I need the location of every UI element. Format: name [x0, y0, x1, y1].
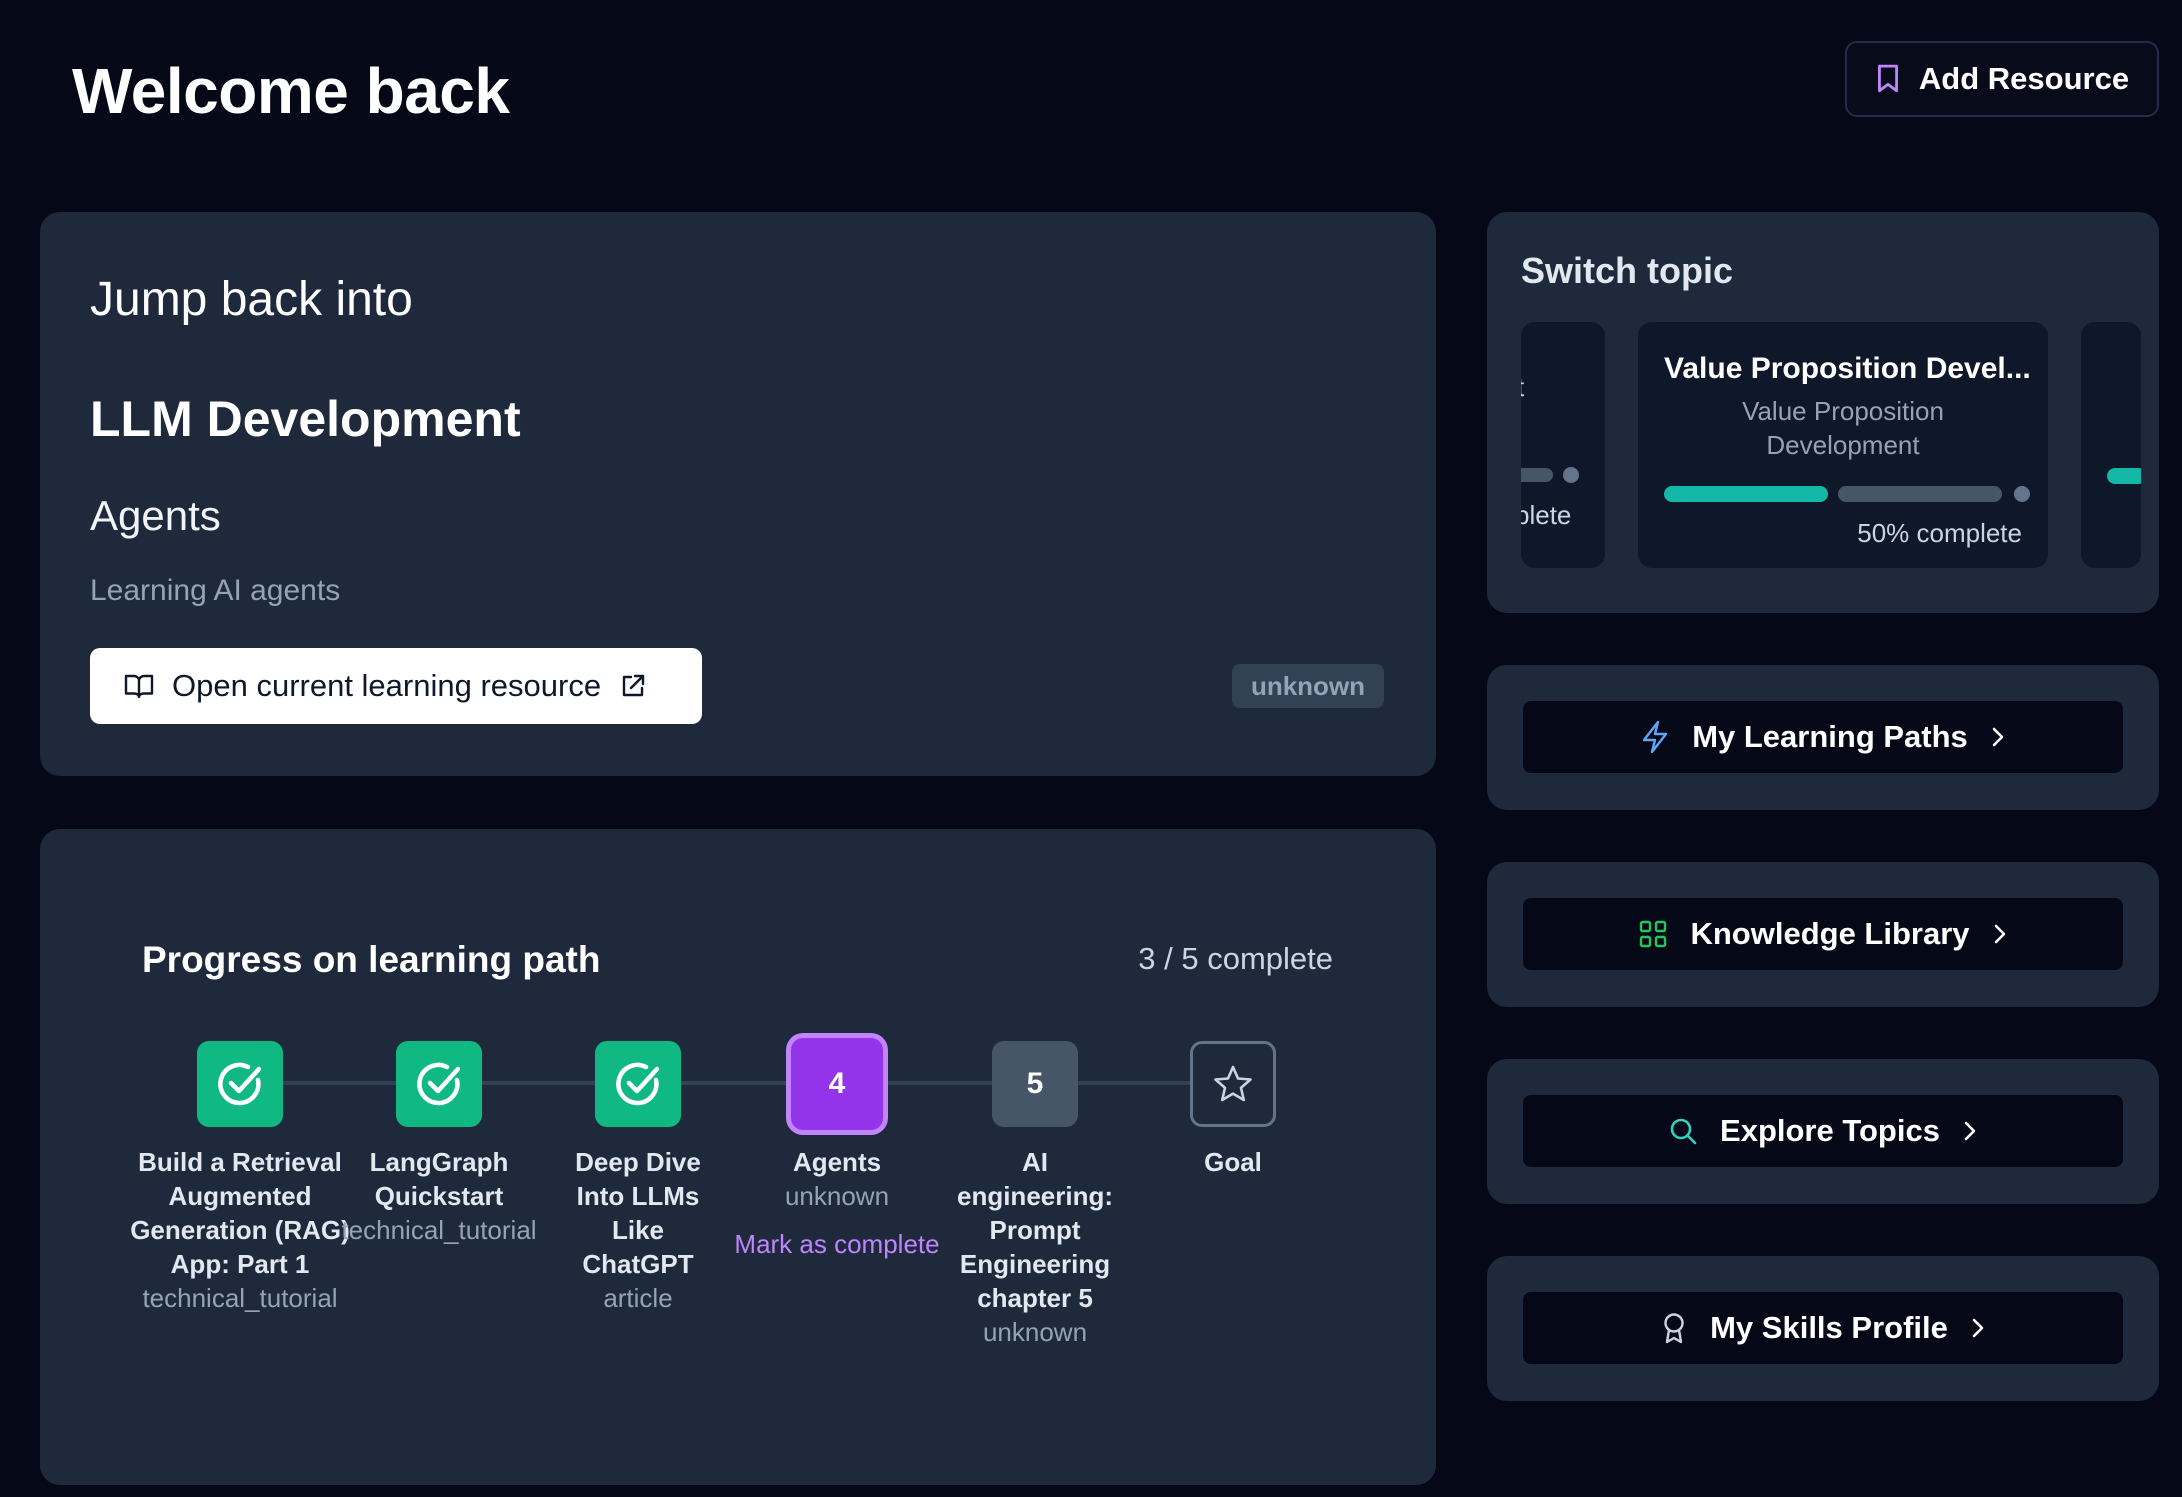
path-step-3[interactable]: Deep Dive Into LLMs Like ChatGPT article: [528, 1041, 748, 1315]
learning-path-progress-card: Progress on learning path 3 / 5 complete…: [40, 829, 1436, 1485]
step-type: technical_tutorial: [341, 1215, 537, 1245]
topic-tile-title: Value Proposition Devel...: [1664, 352, 2031, 385]
chevron-right-icon: [1994, 924, 2005, 944]
knowledge-library-button[interactable]: Knowledge Library: [1521, 896, 2125, 972]
learning-paths-card: My Learning Paths: [1487, 665, 2159, 810]
knowledge-library-label: Knowledge Library: [1690, 916, 1970, 951]
current-topic-title: LLM Development: [90, 391, 521, 447]
explore-topics-card: Explore Topics: [1487, 1059, 2159, 1204]
skills-profile-card: My Skills Profile: [1487, 1256, 2159, 1401]
step-current-node: 4: [791, 1038, 883, 1130]
my-skills-profile-button[interactable]: My Skills Profile: [1521, 1290, 2125, 1366]
current-subtopic-title: Agents: [90, 492, 221, 539]
path-step-4[interactable]: 4 Agents unknown Mark as complete: [727, 1038, 947, 1260]
topic-tile-partial-right[interactable]: [2081, 322, 2141, 568]
step-type: article: [603, 1283, 673, 1313]
chevron-right-icon: [1992, 727, 2004, 747]
knowledge-library-card: Knowledge Library: [1487, 862, 2159, 1007]
path-step-5[interactable]: 5 AI engineering: Prompt Engineering cha…: [925, 1041, 1145, 1349]
topic-progress-dot: [2014, 486, 2030, 502]
mark-as-complete-link[interactable]: Mark as complete: [734, 1229, 939, 1260]
bookmark-icon: [1877, 64, 1898, 93]
open-resource-label: Open current learning resource: [172, 668, 602, 703]
my-learning-paths-button[interactable]: My Learning Paths: [1521, 699, 2125, 775]
topic-progress-remaining: [1838, 486, 2002, 502]
jump-back-card: Jump back into LLM Development Agents Le…: [40, 212, 1436, 776]
step-title: LangGraph Quickstart: [369, 1147, 509, 1211]
page-title: Welcome back: [72, 55, 510, 127]
award-icon: [1664, 1313, 1684, 1344]
progress-count: 3 / 5 complete: [1138, 941, 1333, 976]
topic-progress-dot: [1563, 467, 1579, 483]
add-resource-label: Add Resource: [1918, 61, 2130, 96]
progress-title: Progress on learning path: [142, 939, 601, 980]
step-completed-node: [197, 1041, 283, 1127]
add-resource-button[interactable]: Add Resource: [1845, 41, 2159, 117]
topic-progress-filled: [2107, 468, 2141, 484]
external-link-icon: [622, 674, 645, 697]
my-learning-paths-label: My Learning Paths: [1692, 719, 1968, 754]
path-step-1[interactable]: Build a Retrieval Augmented Generation (…: [130, 1041, 350, 1315]
topic-progress-label: 50% complete: [1857, 518, 2022, 548]
step-type: unknown: [784, 1181, 890, 1211]
step-title: Build a Retrieval Augmented Generation (…: [130, 1147, 350, 1279]
step-type: unknown: [982, 1317, 1088, 1347]
check-circle-icon: [417, 1062, 461, 1106]
jump-back-heading: Jump back into: [90, 273, 413, 326]
chevron-right-icon: [1972, 1318, 1984, 1338]
step-pending-node: 5: [992, 1041, 1078, 1127]
step-title: Deep Dive Into LLMs Like ChatGPT: [575, 1147, 701, 1279]
step-completed-node: [396, 1041, 482, 1127]
check-circle-icon: [616, 1062, 660, 1106]
topic-progress-bar: [1521, 468, 1553, 482]
topic-progress-label: plete: [1521, 500, 1572, 530]
step-title: AI engineering: Prompt Engineering chapt…: [956, 1147, 1113, 1313]
topic-progress-filled: [1664, 486, 1828, 502]
topic-tile-fragment-text: t: [1521, 372, 1524, 403]
open-resource-button[interactable]: Open current learning resource: [90, 648, 702, 724]
step-title: Agents: [792, 1147, 882, 1177]
switch-topic-title: Switch topic: [1521, 250, 1734, 291]
topic-tile-value-proposition[interactable]: Value Proposition Devel... Value Proposi…: [1638, 322, 2048, 568]
book-open-icon: [124, 674, 154, 699]
current-description: Learning AI agents: [90, 574, 341, 607]
switch-topic-card: Switch topic t plete Value Proposition D…: [1487, 212, 2159, 613]
step-type: technical_tutorial: [142, 1283, 338, 1313]
step-completed-node: [595, 1041, 681, 1127]
check-circle-icon: [218, 1062, 262, 1106]
topic-tile-subtitle: Value Proposition Development: [1742, 396, 1944, 460]
topic-tile-partial-left[interactable]: t plete: [1521, 322, 1605, 568]
search-icon: [1670, 1118, 1697, 1145]
goal-node: [1190, 1041, 1276, 1127]
star-icon: [1214, 1065, 1252, 1102]
explore-topics-label: Explore Topics: [1720, 1113, 1940, 1148]
grid-icon: [1640, 920, 1667, 948]
path-step-goal[interactable]: Goal: [1123, 1041, 1343, 1179]
chevron-right-icon: [1964, 1121, 1976, 1141]
status-badge: unknown: [1232, 664, 1384, 708]
explore-topics-button[interactable]: Explore Topics: [1521, 1093, 2125, 1169]
my-skills-profile-label: My Skills Profile: [1710, 1310, 1948, 1345]
lightning-icon: [1642, 720, 1668, 754]
step-title: Goal: [1204, 1147, 1262, 1177]
path-step-2[interactable]: LangGraph Quickstart technical_tutorial: [329, 1041, 549, 1247]
